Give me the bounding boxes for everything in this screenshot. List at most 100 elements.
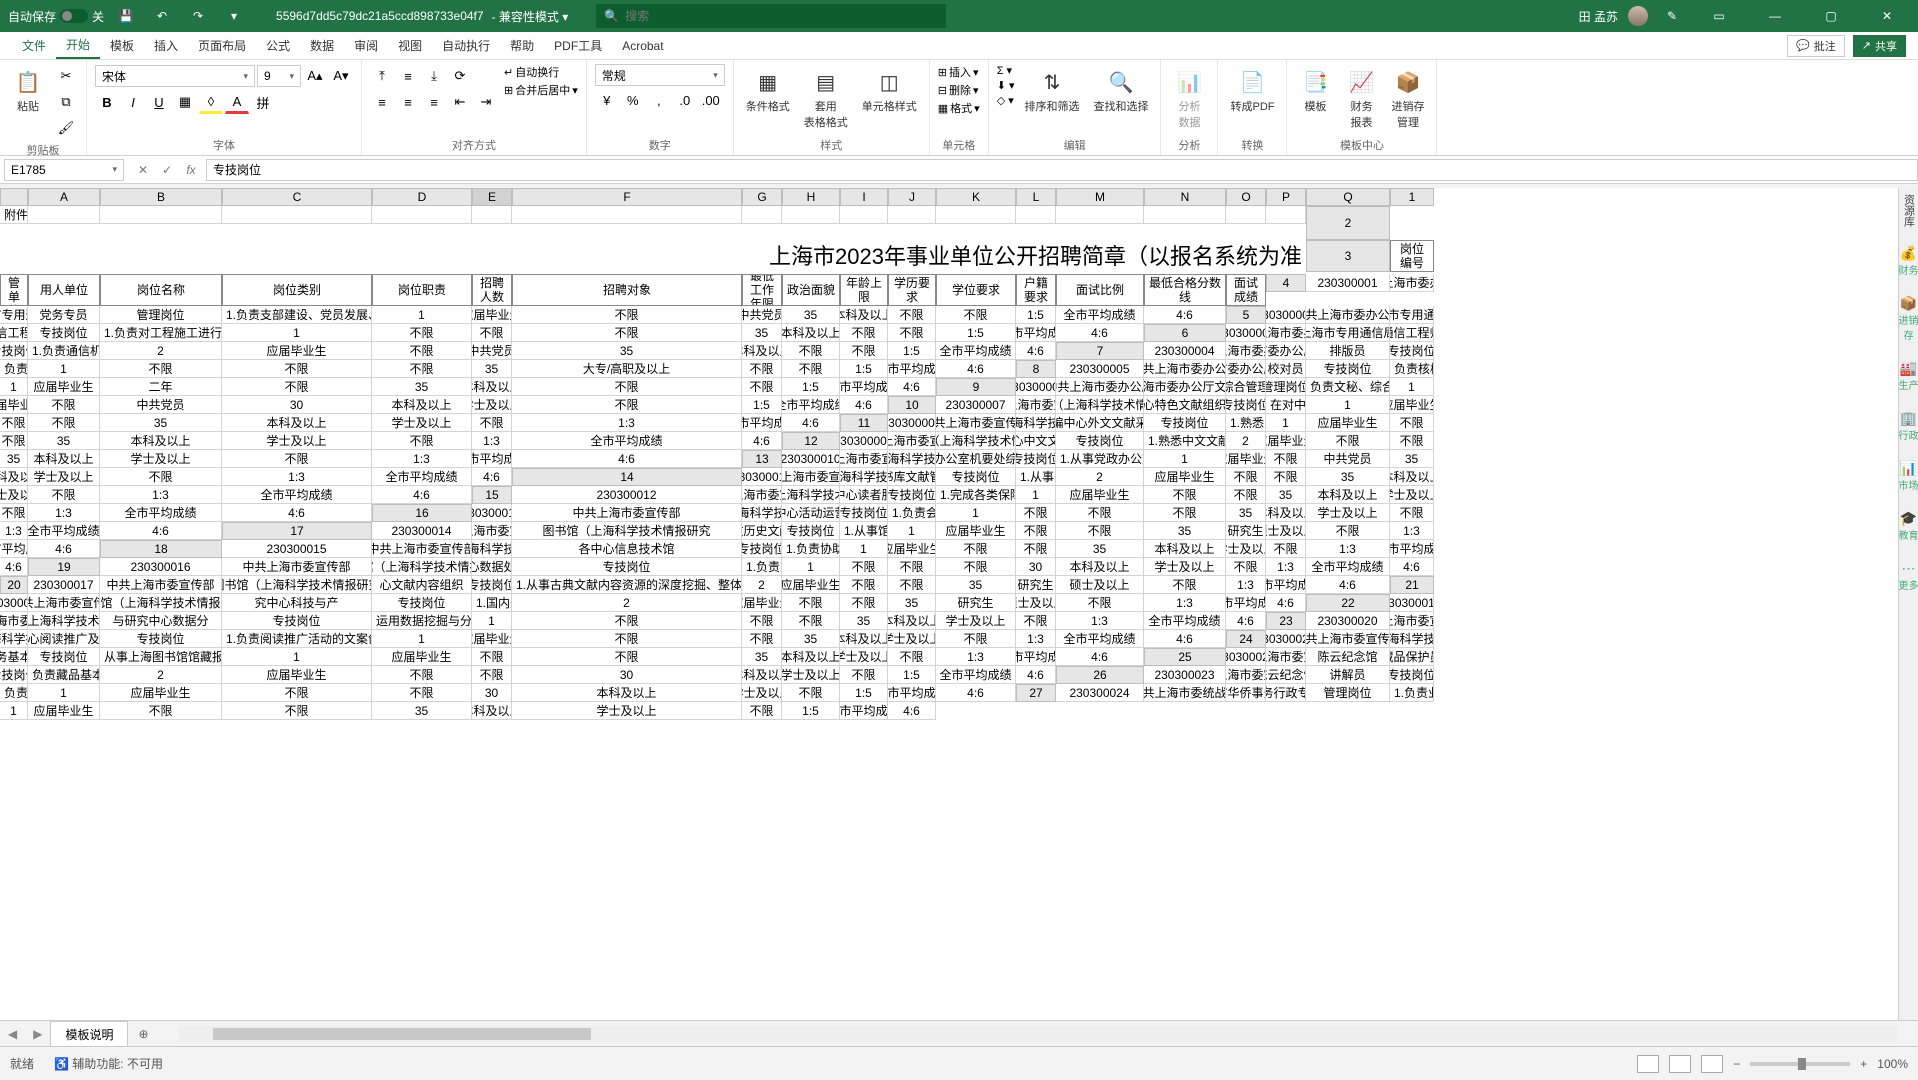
cell[interactable]: 不限 bbox=[742, 378, 782, 396]
col-header[interactable]: B bbox=[100, 188, 222, 206]
cell[interactable]: 专技岗位 bbox=[936, 468, 1016, 486]
cell[interactable]: 侨务行政专员 bbox=[1266, 684, 1306, 702]
cell[interactable]: 学士及以上 bbox=[372, 414, 472, 432]
cell[interactable]: 230300004 bbox=[1144, 342, 1226, 360]
cell[interactable]: 专技岗位 bbox=[1226, 396, 1266, 414]
tab-view[interactable]: 视图 bbox=[388, 32, 432, 59]
cell[interactable]: 不限 bbox=[100, 360, 222, 378]
cell[interactable]: 230300018 bbox=[0, 594, 28, 612]
zoom-in-icon[interactable]: + bbox=[1860, 1057, 1867, 1071]
clear-icon[interactable]: ◇ ▾ bbox=[997, 94, 1015, 107]
cell[interactable]: 专技岗位 bbox=[222, 612, 372, 630]
cell[interactable]: 专技岗位 bbox=[28, 324, 100, 342]
col-header[interactable]: E bbox=[472, 188, 512, 206]
cell[interactable]: 研究生 bbox=[936, 594, 1016, 612]
table-header[interactable]: 招聘人数 bbox=[472, 274, 512, 306]
cell[interactable]: 本科及以上 bbox=[472, 378, 512, 396]
cell[interactable]: 据中心数据处理与 bbox=[472, 558, 512, 576]
ribbon-display-icon[interactable]: ▭ bbox=[1696, 0, 1742, 32]
currency-icon[interactable]: ¥ bbox=[595, 88, 619, 112]
col-header[interactable]: G bbox=[742, 188, 782, 206]
cell[interactable]: 不限 bbox=[1390, 432, 1434, 450]
cell[interactable]: 不限 bbox=[1306, 432, 1390, 450]
cell[interactable]: 全市平均成绩 bbox=[1144, 612, 1226, 630]
cell[interactable]: 4:6 bbox=[782, 414, 840, 432]
cell[interactable]: 本科及以上 bbox=[1390, 468, 1434, 486]
cell[interactable]: 1 bbox=[0, 378, 28, 396]
cell[interactable]: 不限 bbox=[472, 648, 512, 666]
cell[interactable]: 研究生 bbox=[1226, 522, 1266, 540]
col-header[interactable]: L bbox=[1016, 188, 1056, 206]
row-header[interactable]: 9 bbox=[936, 378, 1016, 396]
cell[interactable]: 35 bbox=[840, 612, 888, 630]
row-header[interactable]: 17 bbox=[222, 522, 372, 540]
tab-automate[interactable]: 自动执行 bbox=[432, 32, 500, 59]
save-icon[interactable]: 💾 bbox=[112, 4, 140, 28]
share-button[interactable]: ↗ 共享 bbox=[1853, 35, 1906, 57]
cell[interactable]: 负责文字录入、文稿排版、版面设计等工作 bbox=[0, 360, 28, 378]
table-header[interactable]: 招聘对象 bbox=[512, 274, 742, 306]
col-header[interactable]: F bbox=[512, 188, 742, 206]
format-as-table-button[interactable]: ▤套用 表格格式 bbox=[800, 64, 852, 132]
cell[interactable]: 4:6 bbox=[100, 522, 222, 540]
cell[interactable]: 1:3 bbox=[1306, 540, 1390, 558]
cell[interactable]: 应届毕业生 bbox=[28, 702, 100, 720]
cell[interactable]: 不限 bbox=[1016, 612, 1056, 630]
cell[interactable]: 上海市华侨事务中心 bbox=[1226, 684, 1266, 702]
cell[interactable]: 从事上海图书馆馆藏报刊的图书的普通借阅 bbox=[100, 648, 222, 666]
cell[interactable]: 4:6 bbox=[1016, 342, 1056, 360]
view-layout-icon[interactable] bbox=[1669, 1055, 1691, 1073]
cell[interactable]: 应届毕业生 bbox=[222, 666, 372, 684]
qat-more-icon[interactable]: ▾ bbox=[220, 4, 248, 28]
find-select-button[interactable]: 🔍查找和选择 bbox=[1089, 64, 1152, 116]
cell[interactable]: 全市平均成绩 bbox=[936, 342, 1016, 360]
cell[interactable]: 1.从事古典文献内容资源的深度挖掘、整体体 bbox=[512, 576, 742, 594]
copy-icon[interactable]: ⧉ bbox=[54, 90, 78, 114]
cell[interactable]: 应届毕业生 bbox=[1226, 450, 1266, 468]
align-bottom-icon[interactable]: ⤓ bbox=[422, 64, 446, 88]
cell[interactable]: 中共党员 bbox=[742, 306, 782, 324]
cell[interactable]: 图书馆（上海科学技术情报研究 bbox=[782, 486, 840, 504]
align-middle-icon[interactable]: ≡ bbox=[396, 64, 420, 88]
user-name[interactable]: 田 孟苏 bbox=[1579, 8, 1618, 25]
tab-acrobat[interactable]: Acrobat bbox=[612, 32, 673, 59]
cell[interactable]: 35 bbox=[1056, 540, 1144, 558]
cell[interactable]: 编中心中文文献采 bbox=[1016, 432, 1056, 450]
row-header[interactable]: 7 bbox=[1056, 342, 1144, 360]
orientation-icon[interactable]: ⟳ bbox=[448, 64, 472, 88]
cell[interactable]: 党务专员 bbox=[28, 306, 100, 324]
cell[interactable]: 4:6 bbox=[888, 702, 936, 720]
cell[interactable]: 本科及以上 bbox=[1306, 486, 1390, 504]
analyze-button[interactable]: 📊分析 数据 bbox=[1169, 64, 1209, 132]
cell[interactable]: 4:6 bbox=[512, 450, 742, 468]
cell[interactable]: 本科及以上 bbox=[0, 468, 28, 486]
cell[interactable]: 不限 bbox=[1266, 540, 1306, 558]
col-header[interactable]: C bbox=[222, 188, 372, 206]
add-sheet-icon[interactable]: ⊕ bbox=[128, 1027, 158, 1041]
cell[interactable]: 中共上海市委宣传部 bbox=[936, 414, 1016, 432]
cell[interactable] bbox=[512, 206, 742, 224]
cell[interactable]: 1:3 bbox=[512, 414, 742, 432]
cell[interactable]: 1.负责对工程施工进行现场监督和工程验收; bbox=[100, 324, 222, 342]
cell[interactable]: 35 bbox=[512, 342, 742, 360]
sheet-nav-prev-icon[interactable]: ◀ bbox=[0, 1027, 25, 1041]
cell[interactable]: 办公室机要处综 bbox=[936, 450, 1016, 468]
template-button[interactable]: 📑模板 bbox=[1295, 64, 1335, 116]
cell[interactable]: 中共上海市委办公厅文印中心 bbox=[1226, 360, 1266, 378]
row-header[interactable]: 14 bbox=[512, 468, 742, 486]
side-finance-icon[interactable]: 💰财务 bbox=[1899, 245, 1918, 277]
align-right-icon[interactable]: ≡ bbox=[422, 90, 446, 114]
cell[interactable]: 35 bbox=[100, 414, 222, 432]
cell[interactable]: 1:3 bbox=[472, 432, 512, 450]
cell[interactable]: 不限 bbox=[1056, 594, 1144, 612]
cell[interactable]: 运用数据挖掘与分析工具对多源数据进行整 bbox=[372, 612, 472, 630]
cell[interactable]: 4:6 bbox=[888, 378, 936, 396]
cell[interactable]: 不限 bbox=[512, 630, 742, 648]
cell[interactable]: 不限 bbox=[512, 648, 742, 666]
cell[interactable]: 230300015 bbox=[222, 540, 372, 558]
cell[interactable]: 1:3 bbox=[1056, 612, 1144, 630]
row-header[interactable]: 24 bbox=[1226, 630, 1266, 648]
cell[interactable]: 1 bbox=[1016, 486, 1056, 504]
close-icon[interactable]: ✕ bbox=[1864, 0, 1910, 32]
cell[interactable] bbox=[782, 206, 840, 224]
